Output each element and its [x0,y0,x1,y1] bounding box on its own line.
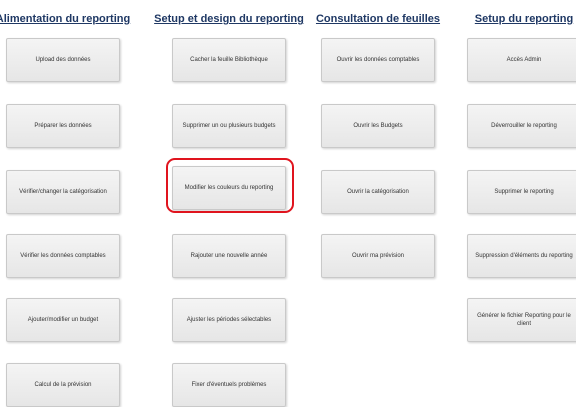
verifier-donnees-comptables-button[interactable]: Vérifier les données comptables [6,234,120,278]
column-header-consultation: Consultation de feuilles [315,13,441,25]
preparer-donnees-button[interactable]: Préparer les données [6,104,120,148]
ouvrir-budgets-button[interactable]: Ouvrir les Budgets [321,104,435,148]
modifier-couleurs-button[interactable]: Modifier les couleurs du reporting [172,166,286,210]
column-header-setup-design: Setup et design du reporting [154,13,304,25]
supprimer-reporting-button[interactable]: Supprimer le reporting [467,170,576,214]
rajouter-annee-button[interactable]: Rajouter une nouvelle année [172,234,286,278]
supprimer-budgets-button[interactable]: Supprimer un ou plusieurs budgets [172,104,286,148]
generer-fichier-button[interactable]: Générer le fichier Reporting pour le cli… [467,298,576,342]
cacher-bibliotheque-button[interactable]: Cacher la feuille Bibliothèque [172,38,286,82]
verifier-categorisation-button[interactable]: Vérifier/changer la catégorisation [6,170,120,214]
ajouter-budget-button[interactable]: Ajouter/modifier un budget [6,298,120,342]
upload-donnees-button[interactable]: Upload des données [6,38,120,82]
suppression-elements-button[interactable]: Suppression d'éléments du reporting [467,234,576,278]
calcul-prevision-button[interactable]: Calcul de la prévision [6,363,120,407]
ajuster-periodes-button[interactable]: Ajuster les périodes sélectables [172,298,286,342]
ouvrir-categorisation-button[interactable]: Ouvrir la catégorisation [321,170,435,214]
fixer-problemes-button[interactable]: Fixer d'éventuels problèmes [172,363,286,407]
column-header-setup-reporting: Setup du reporting [474,13,574,25]
ouvrir-prevision-button[interactable]: Ouvrir ma prévision [321,234,435,278]
deverrouiller-reporting-button[interactable]: Déverrouiller le reporting [467,104,576,148]
acces-admin-button[interactable]: Accès Admin [467,38,576,82]
column-header-alimentation: Alimentation du reporting [0,13,131,25]
ouvrir-donnees-comptables-button[interactable]: Ouvrir les données comptables [321,38,435,82]
